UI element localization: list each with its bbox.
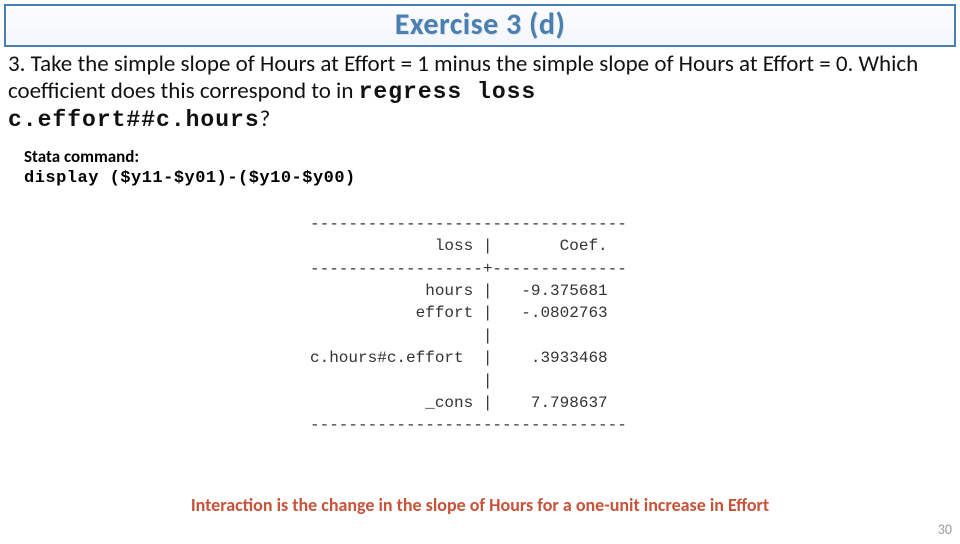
slide: Exercise 3 (d) 3. Take the simple slope …: [0, 4, 960, 544]
page-number: 30: [938, 521, 952, 538]
regression-table: --------------------------------- loss |…: [310, 213, 650, 437]
table-row: _cons | 7.798637: [310, 394, 627, 412]
table-row: hours | -9.375681: [310, 282, 627, 300]
question-code-1: regress loss: [359, 79, 537, 105]
question-text: 3. Take the simple slope of Hours at Eff…: [0, 49, 960, 136]
table-dash-mid: ------------------+--------------: [310, 260, 627, 278]
command-label: Stata command:: [24, 146, 960, 167]
table-header: loss | Coef.: [310, 237, 627, 255]
caption: Interaction is the change in the slope o…: [0, 494, 960, 516]
table-dash-top: ---------------------------------: [310, 215, 627, 233]
table-row: |: [310, 327, 627, 345]
table-row: c.hours#c.effort | .3933468: [310, 349, 627, 367]
question-code-2: c.effort##c.hours: [8, 107, 260, 133]
table-dash-bot: ---------------------------------: [310, 416, 627, 434]
title-bar: Exercise 3 (d): [4, 4, 956, 47]
table-row: |: [310, 372, 627, 390]
question-tail: ?: [260, 105, 271, 133]
slide-title: Exercise 3 (d): [6, 6, 954, 43]
command-code: display ($y11-$y01)-($y10-$y00): [24, 168, 960, 189]
table-row: effort | -.0802763: [310, 304, 627, 322]
command-block: Stata command: display ($y11-$y01)-($y10…: [24, 146, 960, 189]
